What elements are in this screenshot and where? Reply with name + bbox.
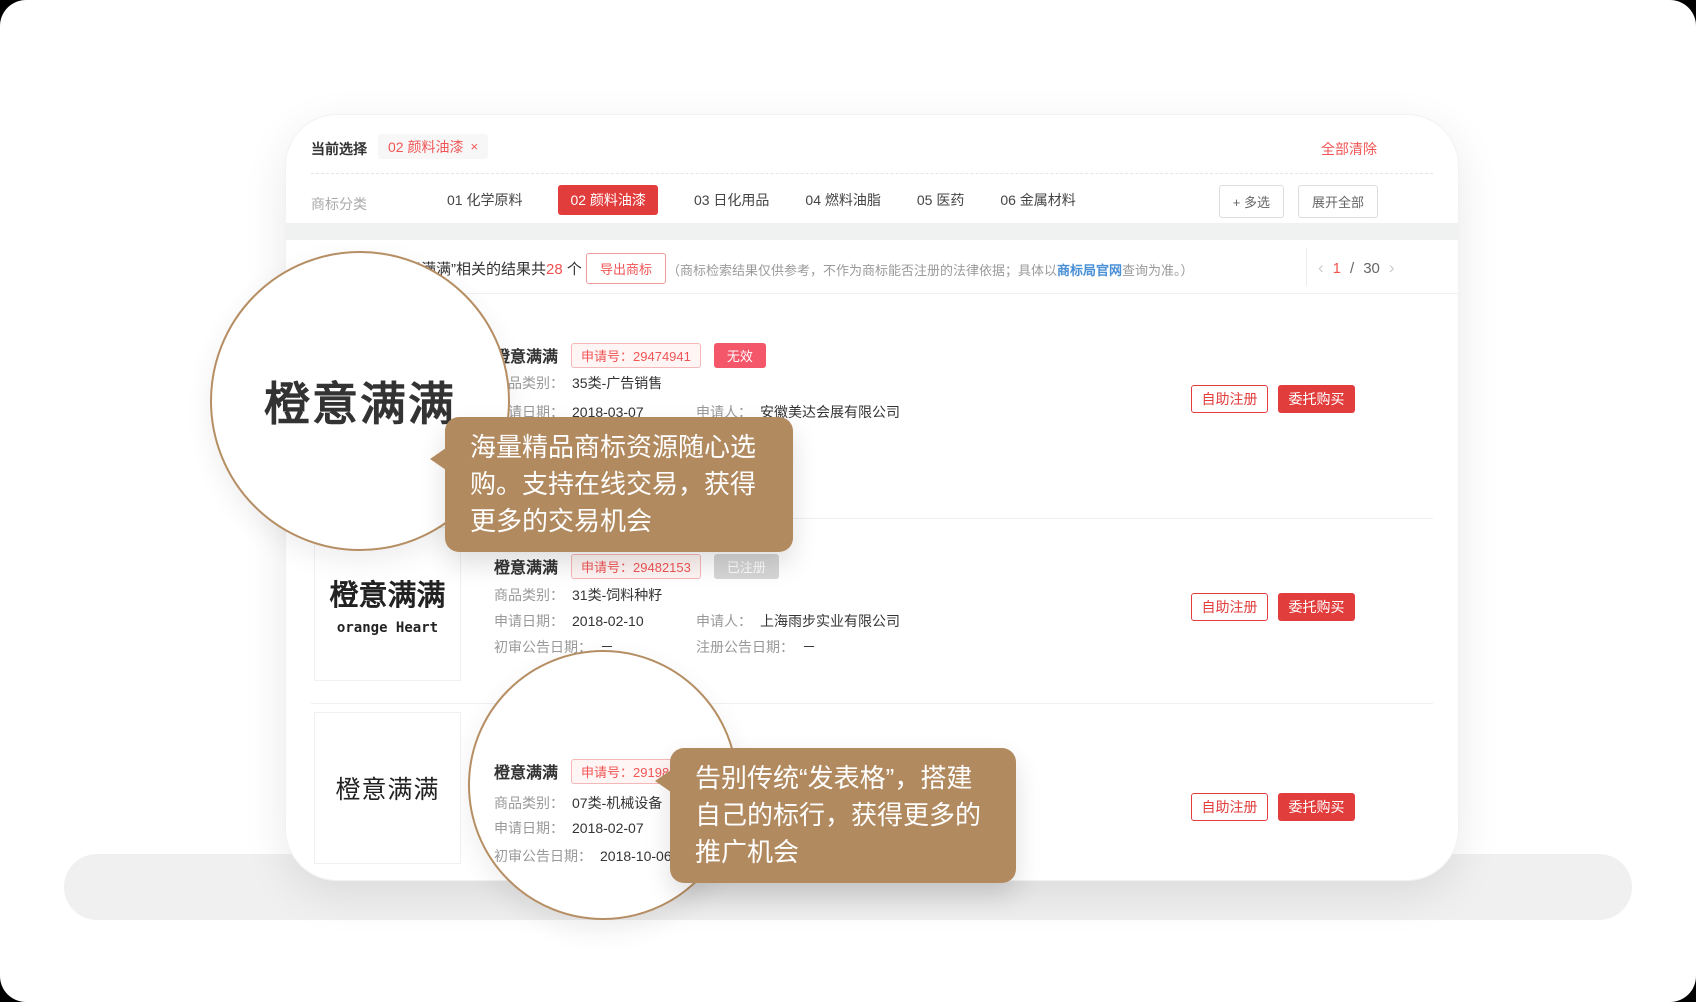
filter-tag-label: 02 颜料油漆 — [388, 137, 463, 157]
total-pages: 30 — [1363, 260, 1380, 277]
tooltip-line: 购。支持在线交易，获得 — [470, 466, 768, 503]
row-separator — [311, 703, 1433, 704]
entrust-purchase-button[interactable]: 委托购买 — [1278, 385, 1355, 413]
page-canvas: 当前选择 02 颜料油漆 × 全部清除 商标分类 01 化学原料 02 颜料油漆… — [0, 0, 1696, 1002]
trademark-name[interactable]: 橙意满满 — [494, 759, 558, 783]
field-label: 初审公告日期： — [494, 848, 592, 864]
dashed-divider — [311, 173, 1433, 174]
field-value: 2018-10-06 — [600, 848, 672, 864]
prev-page-icon[interactable]: ‹ — [1318, 258, 1324, 278]
application-number-tag: 申请号：29474941 — [571, 343, 701, 368]
results-header: 为您检索到“橙意满满”相关的结果共28 个 导出商标 （商标检索结果仅供参考，不… — [286, 240, 1458, 294]
result-title-line: 橙意满满 申请号：29474941 无效 — [494, 343, 766, 367]
expand-all-button[interactable]: 展开全部 — [1298, 185, 1378, 218]
category-bar-label: 商标分类 — [311, 194, 367, 214]
trademark-name[interactable]: 橙意满满 — [494, 554, 558, 578]
field-line: 商品类别：35类-广告销售 — [494, 373, 662, 391]
field-label: 商品类别： — [494, 795, 564, 811]
disclaimer-text: （商标检索结果仅供参考，不作为商标能否注册的法律依据；具体以商标局官网查询为准。… — [667, 260, 1194, 279]
application-number-label: 申请号： — [581, 349, 633, 364]
status-badge: 已注册 — [714, 554, 779, 579]
trademark-image-text: 橙意满满 — [335, 770, 439, 806]
trademark-image-subtext: orange Heart — [337, 620, 438, 636]
pagination: ‹ 1 / 30 › — [1318, 258, 1395, 278]
field-label: 申请日期： — [494, 613, 564, 629]
field-line: 初审公告日期：－ 注册公告日期：－ — [494, 637, 614, 655]
disclaimer-suffix: 查询为准。） — [1122, 263, 1194, 278]
application-number-tag: 申请号：29482153 — [571, 554, 701, 579]
magnified-trademark-text: 橙意满满 — [264, 368, 456, 434]
remove-filter-icon[interactable]: × — [470, 139, 478, 154]
page-separator: / — [1350, 260, 1354, 277]
field-value: － — [600, 639, 614, 655]
tooltip-line: 推广机会 — [695, 834, 991, 871]
results-count: 28 — [546, 261, 563, 278]
field-value: 2018-02-10 — [572, 613, 644, 629]
category-item-04[interactable]: 04 燃料油脂 — [805, 190, 880, 210]
tooltip-line: 告别传统“发表格”，搭建 — [695, 760, 991, 797]
status-badge: 无效 — [714, 343, 766, 368]
current-page: 1 — [1333, 260, 1341, 277]
application-number-value: 29474941 — [633, 349, 691, 364]
category-item-03[interactable]: 03 日化用品 — [694, 190, 769, 210]
trademark-image[interactable]: 橙意满满 — [314, 712, 461, 864]
entrust-purchase-button[interactable]: 委托购买 — [1278, 593, 1355, 621]
tooltip-line: 海量精品商标资源随心选 — [470, 429, 768, 466]
clear-all-link[interactable]: 全部清除 — [1321, 139, 1377, 159]
field-label: 申请人： — [696, 613, 752, 629]
category-item-05[interactable]: 05 医药 — [917, 190, 964, 210]
field-label: 初审公告日期： — [494, 639, 592, 655]
field-value: 07类-机械设备 — [572, 795, 662, 811]
field-line: 商品类别： 31类-饲料种籽 — [494, 585, 662, 603]
field-value: 2018-02-07 — [572, 820, 644, 836]
entrust-purchase-button[interactable]: 委托购买 — [1278, 793, 1355, 821]
application-number-value: 29482153 — [633, 560, 691, 575]
self-register-button[interactable]: 自助注册 — [1191, 593, 1268, 621]
field-value: 上海雨步实业有限公司 — [760, 613, 900, 629]
field-label: 商品类别： — [494, 587, 564, 603]
self-register-button[interactable]: 自助注册 — [1191, 385, 1268, 413]
tooltip-line: 更多的交易机会 — [470, 503, 768, 540]
result-title-line: 橙意满满 申请号：29482153 已注册 — [494, 554, 779, 578]
disclaimer-prefix: （商标检索结果仅供参考，不作为商标能否注册的法律依据；具体以 — [667, 263, 1057, 278]
trademark-office-link[interactable]: 商标局官网 — [1057, 263, 1122, 278]
next-page-icon[interactable]: › — [1389, 258, 1395, 278]
export-trademark-button[interactable]: 导出商标 — [586, 253, 666, 284]
field-line: 商品类别： 07类-机械设备 — [494, 793, 662, 811]
field-line: 申请日期： 2018-02-07 — [494, 818, 644, 836]
category-list: 01 化学原料 02 颜料油漆 03 日化用品 04 燃料油脂 05 医药 06… — [447, 186, 1076, 214]
self-register-button[interactable]: 自助注册 — [1191, 793, 1268, 821]
tooltip-marketplace: 海量精品商标资源随心选 购。支持在线交易，获得 更多的交易机会 — [445, 417, 793, 552]
results-summary-suffix: 个 — [563, 261, 582, 278]
field-label: 注册公告日期： — [696, 639, 794, 655]
category-item-01[interactable]: 01 化学原料 — [447, 190, 522, 210]
multi-select-button[interactable]: + 多选 — [1219, 185, 1284, 218]
trademark-image[interactable]: 橙意满满 orange Heart — [314, 527, 461, 681]
current-selection-label: 当前选择 — [311, 139, 367, 159]
field-value: － — [802, 639, 816, 655]
tooltip-line: 自己的标行，获得更多的 — [695, 797, 991, 834]
field-line: 申请日期：2018-02-10 申请人：上海雨步实业有限公司 — [494, 611, 644, 629]
pagination-divider — [1306, 248, 1307, 286]
field-value: 35类-广告销售 — [572, 375, 662, 391]
application-number-label: 申请号： — [581, 560, 633, 575]
field-line: 初审公告日期： 2018-10-06 — [494, 846, 672, 864]
selected-filter-tag[interactable]: 02 颜料油漆 × — [378, 134, 488, 159]
section-divider-band — [286, 223, 1458, 240]
category-item-06[interactable]: 06 金属材料 — [1000, 190, 1075, 210]
trademark-image-text: 橙意满满 — [329, 572, 445, 614]
category-actions: + 多选 展开全部 — [1219, 185, 1378, 218]
field-value: 31类-饲料种籽 — [572, 587, 662, 603]
category-item-02-active[interactable]: 02 颜料油漆 — [558, 185, 657, 215]
tooltip-promotion: 告别传统“发表格”，搭建 自己的标行，获得更多的 推广机会 — [670, 748, 1016, 883]
field-label: 申请日期： — [494, 820, 564, 836]
application-number-label: 申请号： — [581, 765, 633, 780]
